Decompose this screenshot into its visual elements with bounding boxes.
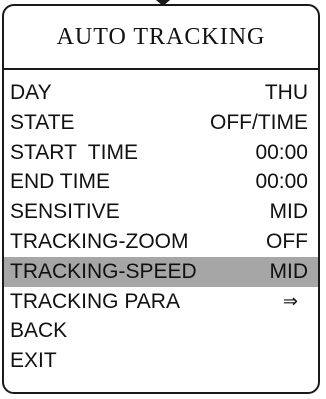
menu-item-start-time[interactable]: START TIME 00:00	[4, 138, 318, 168]
menu-item-label: START TIME	[10, 140, 138, 164]
right-arrow-icon: ⇒	[282, 290, 298, 311]
menu-item-label: SENSITIVE	[10, 200, 120, 224]
menu-item-value: OFF	[266, 229, 308, 253]
menu-header: AUTO TRACKING	[4, 6, 318, 70]
auto-tracking-menu: AUTO TRACKING DAY THU STATE OFF/TIME STA…	[2, 4, 320, 394]
menu-item-label: TRACKING-ZOOM	[10, 229, 189, 253]
menu-list: DAY THU STATE OFF/TIME START TIME 00:00 …	[4, 78, 318, 376]
menu-item-label: DAY	[10, 81, 52, 104]
menu-item-value: 00:00	[255, 170, 308, 194]
menu-item-exit[interactable]: EXIT	[4, 346, 318, 376]
menu-item-day[interactable]: DAY THU	[4, 78, 318, 108]
menu-item-tracking-zoom[interactable]: TRACKING-ZOOM OFF	[4, 227, 318, 257]
menu-item-value: OFF/TIME	[210, 110, 308, 134]
menu-title: AUTO TRACKING	[56, 23, 266, 50]
menu-item-back[interactable]: BACK	[4, 316, 318, 346]
menu-item-tracking-para[interactable]: TRACKING PARA ⇒	[4, 287, 318, 317]
menu-item-label: BACK	[10, 319, 68, 343]
menu-item-end-time[interactable]: END TIME 00:00	[4, 167, 318, 197]
menu-item-value: MID	[269, 200, 309, 224]
menu-item-value: 00:00	[255, 140, 308, 164]
menu-item-tracking-speed[interactable]: TRACKING-SPEED MID	[4, 256, 318, 287]
menu-item-value: THU	[264, 81, 308, 104]
menu-item-value: MID	[269, 259, 309, 283]
menu-item-sensitive[interactable]: SENSITIVE MID	[4, 197, 318, 227]
menu-item-label: TRACKING-SPEED	[10, 259, 197, 283]
menu-item-label: EXIT	[10, 349, 57, 373]
menu-item-label: STATE	[10, 110, 75, 134]
menu-item-state[interactable]: STATE OFF/TIME	[4, 108, 318, 138]
menu-item-label: END TIME	[10, 170, 110, 194]
menu-item-label: TRACKING PARA	[10, 289, 180, 313]
